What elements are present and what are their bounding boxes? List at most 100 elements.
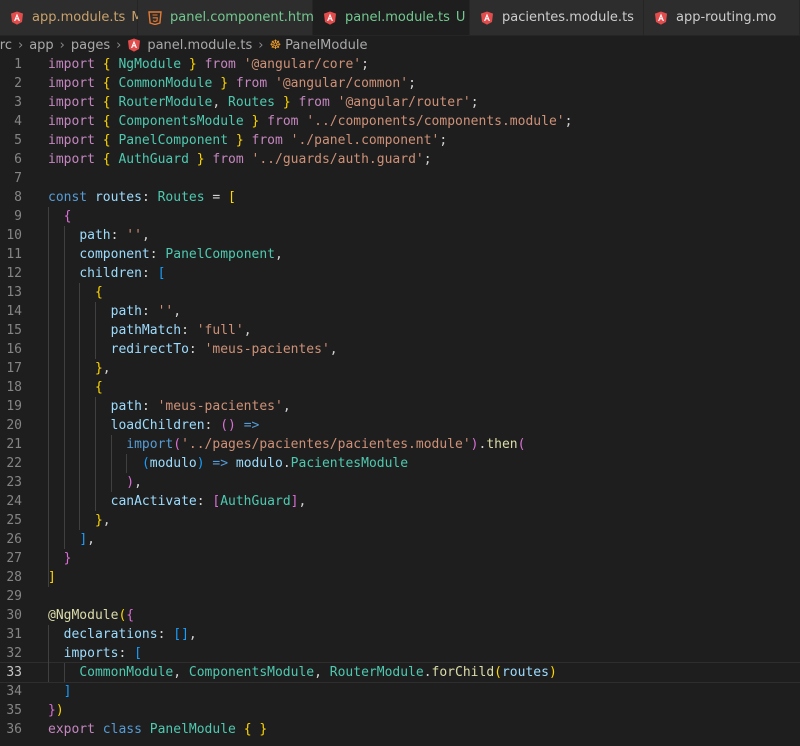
code-line[interactable]: 26 ], bbox=[0, 530, 800, 549]
editor-tab-bar: app.module.tsMpanel.component.htmlUpanel… bbox=[0, 0, 800, 36]
line-number: 5 bbox=[14, 133, 22, 148]
line-number: 4 bbox=[14, 114, 22, 129]
chevron-right-icon: › bbox=[17, 37, 24, 53]
code-text: export class PanelModule { } bbox=[48, 722, 268, 737]
tab-label: pacientes.module.ts bbox=[502, 10, 634, 25]
tab-panel-component-html[interactable]: panel.component.htmlU bbox=[138, 0, 333, 35]
code-line[interactable]: 4 import { ComponentsModule } from '../co… bbox=[0, 112, 800, 131]
line-number: 35 bbox=[6, 703, 22, 718]
tab-git-status: U bbox=[455, 10, 466, 25]
line-number: 32 bbox=[6, 646, 22, 661]
code-text: import { AuthGuard } from '../guards/aut… bbox=[48, 152, 432, 167]
breadcrumb-item[interactable]: pages bbox=[71, 38, 110, 53]
code-text: const routes: Routes = [ bbox=[48, 190, 236, 205]
line-number: 24 bbox=[6, 494, 22, 509]
angular-icon bbox=[654, 11, 668, 25]
code-line[interactable]: 28] bbox=[0, 568, 800, 587]
line-number: 22 bbox=[6, 456, 22, 471]
breadcrumb-item[interactable]: app bbox=[29, 38, 53, 53]
code-text: import { RouterModule, Routes } from '@a… bbox=[48, 95, 479, 110]
code-line[interactable]: 1 import { NgModule } from '@angular/core… bbox=[0, 55, 800, 74]
chevron-right-icon: › bbox=[59, 37, 65, 53]
code-text: import { NgModule } from '@angular/core'… bbox=[48, 57, 369, 72]
code-line[interactable]: 10 path: '', bbox=[0, 226, 800, 245]
line-number: 11 bbox=[6, 247, 22, 262]
code-line[interactable]: 7 bbox=[0, 169, 800, 188]
code-line[interactable]: 30 @NgModule({ bbox=[0, 606, 800, 625]
line-number: 18 bbox=[6, 380, 22, 395]
code-line[interactable]: 15 pathMatch: 'full', bbox=[0, 321, 800, 340]
tab-label: app-routing.mo bbox=[676, 10, 777, 25]
angular-icon bbox=[127, 38, 141, 52]
code-line[interactable]: 6 import { AuthGuard } from '../guards/au… bbox=[0, 150, 800, 169]
code-line[interactable]: 13 { bbox=[0, 283, 800, 302]
code-line[interactable]: 33 CommonModule, ComponentsModule, Route… bbox=[0, 662, 800, 683]
code-line[interactable]: 27 } bbox=[0, 549, 800, 568]
code-line[interactable]: 35}) bbox=[0, 701, 800, 720]
code-line[interactable]: 8 const routes: Routes = [ bbox=[0, 188, 800, 207]
code-text: import { CommonModule } from '@angular/c… bbox=[48, 76, 416, 91]
code-line[interactable]: 23 ), bbox=[0, 473, 800, 492]
code-line[interactable]: 3 import { RouterModule, Routes } from '@… bbox=[0, 93, 800, 112]
code-text: canActivate: [AuthGuard], bbox=[110, 494, 307, 509]
code-text: ] bbox=[48, 570, 56, 585]
code-line[interactable]: 12 children: [ bbox=[0, 264, 800, 283]
code-line[interactable]: 36 export class PanelModule { } bbox=[0, 720, 800, 739]
breadcrumb-item[interactable]: src bbox=[0, 38, 12, 53]
code-text: declarations: [], bbox=[63, 627, 197, 642]
code-editor[interactable]: 1 import { NgModule } from '@angular/core… bbox=[0, 55, 800, 746]
breadcrumb-item[interactable]: panel.module.ts bbox=[147, 38, 252, 53]
line-number: 7 bbox=[14, 171, 22, 186]
code-line[interactable]: 24 canActivate: [AuthGuard], bbox=[0, 492, 800, 511]
code-line[interactable]: 20 loadChildren: () => bbox=[0, 416, 800, 435]
code-line[interactable]: 2 import { CommonModule } from '@angular/… bbox=[0, 74, 800, 93]
html5-icon bbox=[148, 10, 162, 25]
line-number: 27 bbox=[6, 551, 22, 566]
tab-pacientes-module-ts[interactable]: pacientes.module.ts bbox=[470, 0, 644, 35]
code-text: ], bbox=[79, 532, 95, 547]
breadcrumb-item[interactable]: PanelModule bbox=[285, 38, 367, 53]
code-text: path: '', bbox=[110, 304, 182, 319]
line-number: 12 bbox=[6, 266, 22, 281]
code-text: (modulo) => modulo.PacientesModule bbox=[141, 456, 409, 471]
code-text: ] bbox=[63, 684, 72, 699]
line-number: 21 bbox=[6, 437, 22, 452]
code-line[interactable]: 17 }, bbox=[0, 359, 800, 378]
code-line[interactable]: 11 component: PanelComponent, bbox=[0, 245, 800, 264]
angular-icon bbox=[480, 11, 494, 25]
tab-label: app.module.ts bbox=[32, 10, 126, 25]
line-number: 14 bbox=[6, 304, 22, 319]
line-number: 29 bbox=[6, 589, 22, 604]
line-number: 6 bbox=[14, 152, 22, 167]
code-text: path: 'meus-pacientes', bbox=[110, 399, 291, 414]
line-number: 1 bbox=[14, 57, 22, 72]
line-number: 17 bbox=[6, 361, 22, 376]
code-line[interactable]: 9 { bbox=[0, 207, 800, 226]
indent-guide bbox=[110, 435, 112, 492]
code-line[interactable]: 18 { bbox=[0, 378, 800, 397]
tab-app-routing-mo[interactable]: app-routing.mo bbox=[644, 0, 800, 35]
code-line[interactable]: 31 declarations: [], bbox=[0, 625, 800, 644]
code-line[interactable]: 32 imports: [ bbox=[0, 644, 800, 663]
tab-app-module-ts[interactable]: app.module.ts M bbox=[0, 0, 143, 35]
tab-panel-module-ts[interactable]: panel.module.tsU✕ bbox=[313, 0, 490, 35]
code-line[interactable]: 29 bbox=[0, 587, 800, 606]
breadcrumb: src › app › pages › panel.module.ts › ☸PanelModu… bbox=[0, 35, 793, 55]
line-number: 15 bbox=[6, 323, 22, 338]
code-text: CommonModule, ComponentsModule, RouterMo… bbox=[79, 665, 557, 680]
code-line[interactable]: 34 ] bbox=[0, 682, 800, 701]
code-line[interactable]: 21 import('../pages/pacientes/pacientes.… bbox=[0, 435, 800, 454]
code-line[interactable]: 19 path: 'meus-pacientes', bbox=[0, 397, 800, 416]
code-line[interactable]: 16 redirectTo: 'meus-pacientes', bbox=[0, 340, 800, 359]
code-text: import('../pages/pacientes/pacientes.mod… bbox=[126, 437, 526, 452]
indent-guide bbox=[63, 663, 65, 682]
line-number: 8 bbox=[14, 190, 22, 205]
code-line[interactable]: 22 (modulo) => modulo.PacientesModule bbox=[0, 454, 800, 473]
code-line[interactable]: 14 path: '', bbox=[0, 302, 800, 321]
line-number: 28 bbox=[6, 570, 22, 585]
code-line[interactable]: 25 }, bbox=[0, 511, 800, 530]
line-number: 9 bbox=[14, 209, 22, 224]
indent-guide bbox=[48, 625, 49, 682]
code-line[interactable]: 5 import { PanelComponent } from './panel… bbox=[0, 131, 800, 150]
line-number: 20 bbox=[6, 418, 22, 433]
